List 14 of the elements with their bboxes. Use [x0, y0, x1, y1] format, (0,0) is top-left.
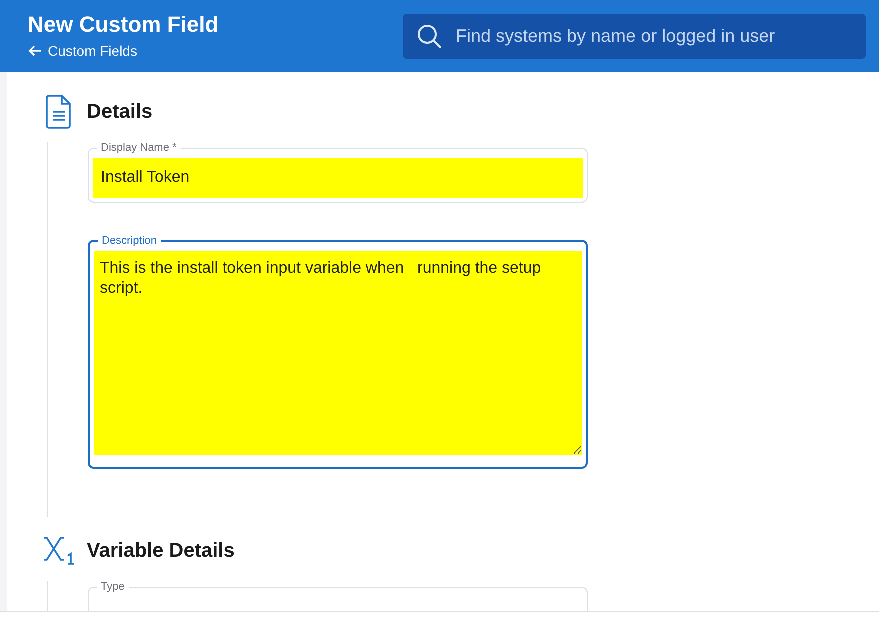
field-label: Description: [101, 235, 158, 247]
section-title: Details: [87, 100, 153, 125]
document-icon: [46, 95, 72, 129]
section-title: Variable Details: [87, 539, 235, 564]
description-field[interactable]: Description This is the install token input variable when running the setup script.: [88, 235, 588, 469]
back-arrow-icon: [28, 45, 42, 57]
field-label: Type: [100, 581, 126, 593]
search-field[interactable]: Find systems by name or logged in user: [403, 14, 866, 58]
text-field[interactable]: Display Name * Install Token: [88, 142, 588, 203]
page-title: New Custom Field: [28, 10, 219, 38]
back-link[interactable]: Custom Fields: [28, 40, 138, 62]
field-label: Display Name *: [100, 142, 178, 154]
search-icon: [417, 24, 443, 50]
variable-icon: [42, 536, 76, 566]
